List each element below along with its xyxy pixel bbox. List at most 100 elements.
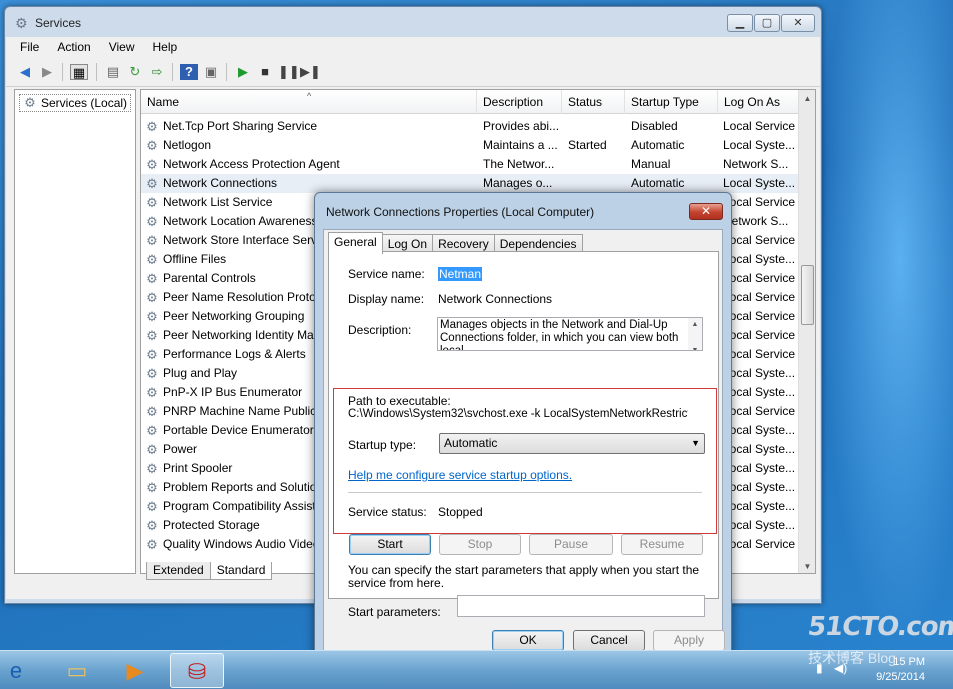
service-startup-type: Manual — [631, 157, 671, 171]
service-gear-icon: ⚙ — [146, 384, 158, 400]
service-startup-type: Disabled — [631, 119, 678, 133]
start-service-icon[interactable]: ▶ — [234, 64, 252, 80]
service-gear-icon: ⚙ — [146, 270, 158, 286]
column-header-status[interactable]: Status — [562, 90, 625, 114]
menu-file[interactable]: File — [20, 40, 39, 54]
ok-button[interactable]: OK — [492, 630, 564, 651]
tab-standard[interactable]: Standard — [209, 562, 273, 580]
show-hide-action-pane-icon[interactable]: ▣ — [202, 64, 220, 80]
service-description: Provides abi... — [483, 119, 560, 133]
table-row[interactable]: ⚙ Net.Tcp Port Sharing Service Provides ab… — [141, 117, 801, 136]
cancel-button[interactable]: Cancel — [573, 630, 645, 651]
service-name: Offline Files — [163, 252, 227, 266]
service-gear-icon: ⚙ — [146, 289, 158, 305]
service-name: Network Access Protection Agent — [163, 157, 340, 171]
watermark-subtitle: 技术博客 Blog — [808, 650, 896, 666]
table-row[interactable]: ⚙ Netlogon Maintains a ... Started Automatic… — [141, 136, 801, 155]
service-log-on-as: Local Service — [723, 233, 796, 247]
apply-button[interactable]: Apply — [653, 630, 725, 651]
pause-service-icon[interactable]: ❚❚ — [278, 64, 300, 80]
service-log-on-as: Local Service — [723, 119, 796, 133]
service-gear-icon: ⚙ — [146, 346, 158, 362]
export-icon[interactable]: ⇨ — [148, 64, 166, 80]
service-startup-type: Automatic — [631, 176, 685, 190]
restart-service-icon[interactable]: ▶❚ — [300, 64, 321, 80]
column-header-startup-type[interactable]: Startup Type — [625, 90, 718, 114]
service-name-cell: ⚙ Network Access Protection Agent — [145, 155, 475, 174]
tab-extended[interactable]: Extended — [146, 562, 211, 580]
vertical-scrollbar[interactable]: ▲ ▼ — [798, 90, 815, 573]
service-name: Peer Networking Grouping — [163, 309, 305, 323]
service-log-on-as: Network S... — [723, 157, 789, 171]
service-gear-icon: ⚙ — [146, 175, 158, 191]
service-name-label: Service name: — [348, 267, 425, 281]
scroll-down-icon[interactable]: ▼ — [801, 559, 814, 573]
media-player-icon[interactable]: ▶ — [108, 653, 162, 688]
stop-button[interactable]: Stop — [439, 534, 521, 555]
title-bar[interactable]: ⚙ Services ▁ ▢ ✕ — [5, 7, 821, 37]
service-name-cell: ⚙ Netlogon — [145, 136, 475, 155]
table-row[interactable]: ⚙ Network Connections Manages o... Automati… — [141, 174, 801, 193]
scroll-up-icon[interactable]: ▲ — [801, 91, 814, 106]
console-tree-icon[interactable]: ▦ — [70, 64, 88, 80]
display-name-value: Network Connections — [438, 292, 553, 306]
start-button[interactable]: Start — [349, 534, 431, 555]
service-gear-icon: ⚙ — [146, 498, 158, 514]
refresh-icon[interactable]: ↻ — [126, 64, 144, 80]
tree-item-services-local[interactable]: ⚙ Services (Local) — [19, 94, 132, 112]
menu-action[interactable]: Action — [57, 40, 90, 54]
scroll-thumb[interactable] — [801, 265, 814, 325]
back-arrow-icon[interactable]: ◀ — [16, 64, 34, 80]
services-taskbar-icon[interactable]: ⛁ — [170, 653, 224, 688]
service-name: Network Connections — [163, 176, 278, 190]
pause-button[interactable]: Pause — [529, 534, 613, 555]
explorer-folder-icon[interactable]: ▭ — [50, 653, 104, 688]
service-name-value[interactable]: Netman — [438, 267, 483, 281]
service-gear-icon: ⚙ — [146, 536, 158, 552]
services-gear-icon: ⚙ — [24, 95, 36, 110]
close-button[interactable]: ✕ — [781, 14, 815, 32]
service-log-on-as: Local Syste... — [723, 461, 796, 475]
service-gear-icon: ⚙ — [146, 479, 158, 495]
service-name: Network Location Awareness — [163, 214, 318, 228]
description-field[interactable]: Manages objects in the Network and Dial-… — [437, 317, 703, 351]
table-row[interactable]: ⚙ Network Access Protection Agent The Netw… — [141, 155, 801, 174]
menu-help[interactable]: Help — [153, 40, 178, 54]
service-log-on-as: Local Syste... — [723, 385, 796, 399]
properties-sheet-icon[interactable]: ▤ — [104, 64, 122, 80]
view-tabs: Extended Standard — [146, 562, 273, 580]
service-gear-icon: ⚙ — [146, 403, 158, 419]
service-log-on-as: Local Syste... — [723, 252, 796, 266]
clock-date: 9/25/2014 — [876, 671, 925, 683]
service-name: Power — [163, 442, 198, 456]
service-gear-icon: ⚙ — [146, 194, 158, 210]
maximize-button[interactable]: ▢ — [754, 14, 780, 32]
service-log-on-as: Local Service — [723, 195, 796, 209]
column-header-description[interactable]: Description — [477, 90, 562, 114]
minimize-button[interactable]: ▁ — [727, 14, 753, 32]
stop-service-icon[interactable]: ■ — [256, 64, 274, 80]
forward-arrow-icon[interactable]: ▶ — [38, 64, 56, 80]
resume-button[interactable]: Resume — [621, 534, 703, 555]
dialog-close-button[interactable]: ✕ — [689, 203, 723, 220]
description-scrollbar[interactable]: ▲ ▼ — [688, 318, 702, 350]
dialog-tabs: General Log On Recovery Dependencies — [328, 232, 583, 254]
service-log-on-as: Local Syste... — [723, 518, 796, 532]
service-log-on-as: Local Service — [723, 290, 796, 304]
menu-bar: File Action View Help — [6, 37, 820, 57]
service-name: Plug and Play — [163, 366, 238, 380]
tree-item-label: Services (Local) — [41, 96, 128, 110]
watermark-logo: 51CTO.com — [805, 612, 953, 642]
service-log-on-as: Local Service — [723, 328, 796, 342]
service-log-on-as: Local Service — [723, 271, 796, 285]
start-orb-icon[interactable]: e — [0, 653, 32, 688]
service-name: Protected Storage — [163, 518, 260, 532]
console-tree: ⚙ Services (Local) — [14, 89, 136, 574]
help-icon[interactable]: ? — [180, 64, 198, 80]
service-name-cell: ⚙ Network Connections — [145, 174, 475, 193]
column-header-log-on-as[interactable]: Log On As — [718, 90, 801, 114]
start-params-input[interactable] — [457, 595, 705, 617]
highlight-box — [333, 388, 717, 534]
menu-view[interactable]: View — [109, 40, 135, 54]
tab-general[interactable]: General — [328, 232, 383, 254]
